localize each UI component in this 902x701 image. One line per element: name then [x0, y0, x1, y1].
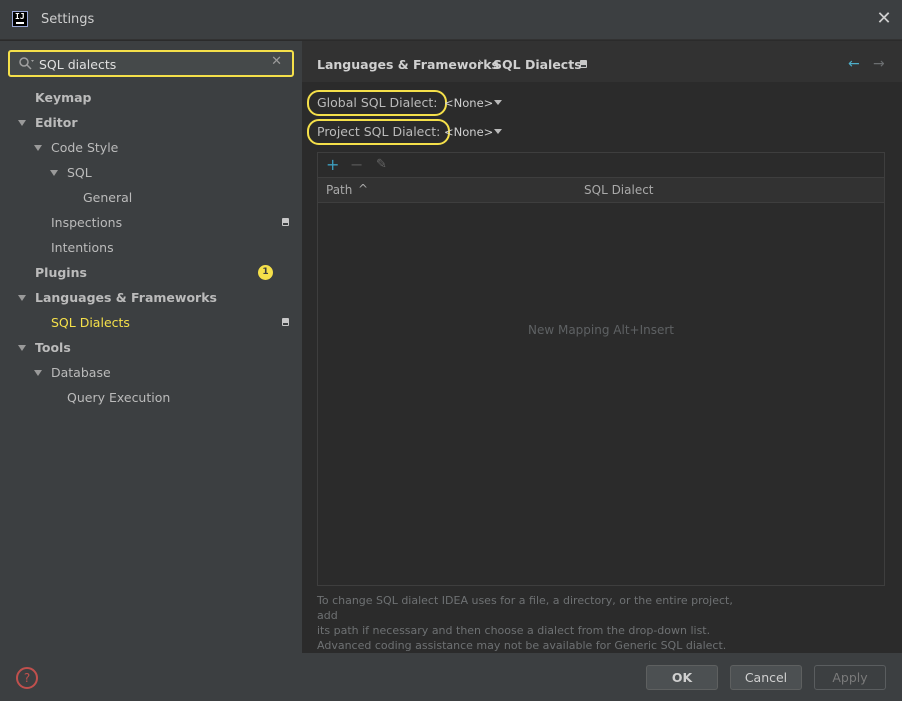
project-sql-dialect-select[interactable]: <None>	[444, 123, 508, 141]
expand-arrow-icon[interactable]	[18, 295, 26, 301]
breadcrumb-separator: ›	[478, 55, 483, 69]
app-logo-icon: IJ	[12, 11, 28, 27]
expand-arrow-icon[interactable]	[34, 145, 42, 151]
global-sql-dialect-label: Global SQL Dialect:	[307, 90, 448, 116]
project-sql-dialect-value: <None>	[444, 125, 494, 139]
edit-icon[interactable]: ✎	[376, 157, 387, 172]
cancel-button[interactable]: Cancel	[730, 665, 802, 690]
arrow-left-icon[interactable]: ←	[848, 56, 860, 72]
app-logo-text: IJ	[15, 12, 25, 21]
chevron-down-icon	[494, 100, 502, 105]
search-clear-icon[interactable]: ✕	[271, 54, 282, 69]
help-text: To change SQL dialect IDEA uses for a fi…	[317, 593, 757, 653]
table-empty-text: New Mapping Alt+Insert	[527, 323, 675, 337]
expand-arrow-icon[interactable]	[18, 345, 26, 351]
table-toolbar: + − ✎	[318, 153, 884, 178]
search-icon	[19, 57, 34, 70]
window-title: Settings	[41, 12, 95, 27]
document-icon	[282, 218, 289, 226]
apply-button[interactable]: Apply	[814, 665, 886, 690]
document-icon	[580, 60, 587, 68]
breadcrumb-current: SQL Dialects	[493, 57, 582, 72]
search-box[interactable]: ✕	[8, 50, 294, 77]
dialect-mapping-table: + − ✎ Path ^ SQL Dialect New Mapping Alt…	[317, 152, 885, 586]
search-input[interactable]	[39, 55, 264, 73]
tree-item-sql-dialects[interactable]: SQL Dialects	[51, 310, 130, 335]
tree-item-keymap[interactable]: Keymap	[35, 85, 92, 110]
help-icon[interactable]: ?	[16, 667, 38, 689]
expand-arrow-icon[interactable]	[50, 170, 58, 176]
expand-arrow-icon[interactable]	[34, 370, 42, 376]
breadcrumb-parent[interactable]: Languages & Frameworks	[317, 57, 499, 72]
tree-item-tools[interactable]: Tools	[35, 335, 71, 360]
remove-icon[interactable]: −	[350, 155, 363, 174]
column-header-path[interactable]: Path	[326, 183, 352, 197]
global-sql-dialect-select[interactable]: <None>	[444, 94, 508, 112]
breadcrumb: Languages & Frameworks › SQL Dialects ← …	[302, 41, 902, 82]
tree-item-languages-frameworks[interactable]: Languages & Frameworks	[35, 285, 217, 310]
plugins-update-badge: 1	[258, 265, 273, 280]
settings-content: Languages & Frameworks › SQL Dialects ← …	[302, 41, 902, 653]
tree-item-database[interactable]: Database	[51, 360, 111, 385]
tree-item-intentions[interactable]: Intentions	[51, 235, 114, 260]
column-header-sql-dialect[interactable]: SQL Dialect	[584, 183, 654, 197]
tree-item-sql[interactable]: SQL	[67, 160, 92, 185]
title-bar: IJ Settings ✕	[0, 0, 902, 40]
tree-item-editor[interactable]: Editor	[35, 110, 78, 135]
expand-arrow-icon[interactable]	[18, 120, 26, 126]
global-sql-dialect-value: <None>	[444, 96, 494, 110]
add-icon[interactable]: +	[326, 155, 339, 174]
tree-item-inspections[interactable]: Inspections	[51, 210, 122, 235]
tree-item-code-style[interactable]: Code Style	[51, 135, 118, 160]
document-icon	[282, 318, 289, 326]
close-icon[interactable]: ✕	[874, 9, 894, 29]
sort-ascending-icon[interactable]: ^	[358, 182, 368, 196]
tree-item-query-execution[interactable]: Query Execution	[67, 385, 170, 410]
project-sql-dialect-label: Project SQL Dialect:	[307, 119, 451, 145]
help-text-line: To change SQL dialect IDEA uses for a fi…	[317, 594, 733, 622]
arrow-right-icon[interactable]: →	[873, 56, 885, 72]
table-header: Path ^ SQL Dialect	[318, 178, 884, 203]
chevron-down-icon	[494, 129, 502, 134]
help-text-line: Advanced coding assistance may not be av…	[317, 639, 727, 652]
ok-button[interactable]: OK	[646, 665, 718, 690]
settings-sidebar: ✕ Keymap Editor Code Style SQL General I…	[0, 41, 302, 653]
tree-item-plugins[interactable]: Plugins	[35, 260, 87, 285]
dialog-footer: ? OK Cancel Apply	[0, 653, 902, 701]
help-text-line: its path if necessary and then choose a …	[317, 624, 711, 637]
tree-item-general[interactable]: General	[83, 185, 132, 210]
